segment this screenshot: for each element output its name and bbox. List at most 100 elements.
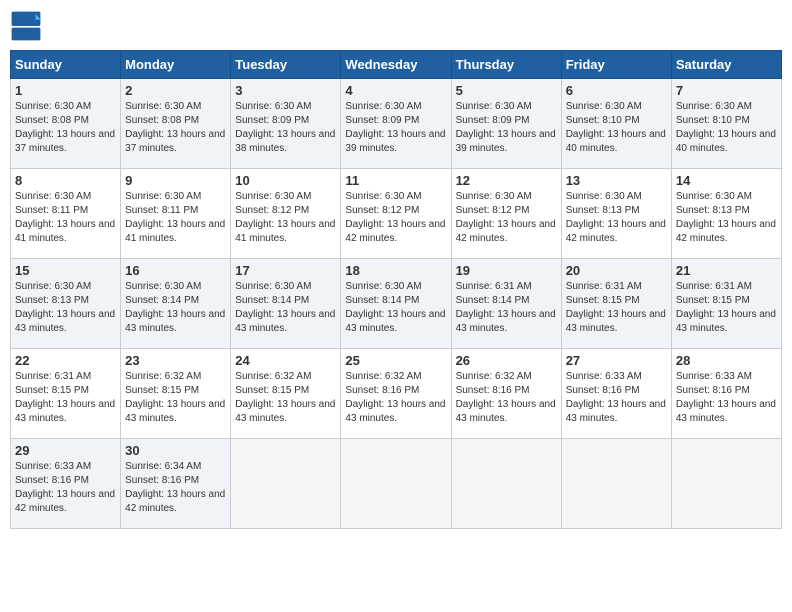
calendar-cell: 17 Sunrise: 6:30 AMSunset: 8:14 PMDayligh… — [231, 259, 341, 349]
calendar-header-sunday: Sunday — [11, 51, 121, 79]
calendar-cell — [231, 439, 341, 529]
logo — [10, 10, 46, 42]
day-info: Sunrise: 6:30 AMSunset: 8:09 PMDaylight:… — [345, 100, 446, 156]
day-number: 11 — [345, 173, 446, 188]
day-info: Sunrise: 6:33 AMSunset: 8:16 PMDaylight:… — [15, 460, 116, 516]
day-info: Sunrise: 6:30 AMSunset: 8:10 PMDaylight:… — [676, 100, 777, 156]
page-header — [10, 10, 782, 42]
day-number: 30 — [125, 443, 226, 458]
day-number: 8 — [15, 173, 116, 188]
calendar-header-row: SundayMondayTuesdayWednesdayThursdayFrid… — [11, 51, 782, 79]
day-number: 4 — [345, 83, 446, 98]
calendar-row-3: 15 Sunrise: 6:30 AMSunset: 8:13 PMDayligh… — [11, 259, 782, 349]
calendar-header-friday: Friday — [561, 51, 671, 79]
day-number: 7 — [676, 83, 777, 98]
day-info: Sunrise: 6:30 AMSunset: 8:14 PMDaylight:… — [125, 280, 226, 336]
day-info: Sunrise: 6:30 AMSunset: 8:13 PMDaylight:… — [15, 280, 116, 336]
calendar-cell: 19 Sunrise: 6:31 AMSunset: 8:14 PMDayligh… — [451, 259, 561, 349]
calendar-cell: 27 Sunrise: 6:33 AMSunset: 8:16 PMDayligh… — [561, 349, 671, 439]
day-info: Sunrise: 6:30 AMSunset: 8:09 PMDaylight:… — [235, 100, 336, 156]
day-info: Sunrise: 6:31 AMSunset: 8:14 PMDaylight:… — [456, 280, 557, 336]
calendar-row-2: 8 Sunrise: 6:30 AMSunset: 8:11 PMDaylight… — [11, 169, 782, 259]
day-info: Sunrise: 6:30 AMSunset: 8:11 PMDaylight:… — [125, 190, 226, 246]
day-info: Sunrise: 6:30 AMSunset: 8:11 PMDaylight:… — [15, 190, 116, 246]
day-info: Sunrise: 6:33 AMSunset: 8:16 PMDaylight:… — [566, 370, 667, 426]
day-number: 28 — [676, 353, 777, 368]
calendar-header-thursday: Thursday — [451, 51, 561, 79]
day-number: 15 — [15, 263, 116, 278]
day-number: 26 — [456, 353, 557, 368]
calendar: SundayMondayTuesdayWednesdayThursdayFrid… — [10, 50, 782, 529]
day-info: Sunrise: 6:32 AMSunset: 8:15 PMDaylight:… — [235, 370, 336, 426]
calendar-cell: 18 Sunrise: 6:30 AMSunset: 8:14 PMDayligh… — [341, 259, 451, 349]
day-number: 6 — [566, 83, 667, 98]
calendar-header-tuesday: Tuesday — [231, 51, 341, 79]
calendar-cell: 25 Sunrise: 6:32 AMSunset: 8:16 PMDayligh… — [341, 349, 451, 439]
day-info: Sunrise: 6:30 AMSunset: 8:14 PMDaylight:… — [345, 280, 446, 336]
calendar-header-monday: Monday — [121, 51, 231, 79]
day-number: 2 — [125, 83, 226, 98]
calendar-cell: 2 Sunrise: 6:30 AMSunset: 8:08 PMDaylight… — [121, 79, 231, 169]
day-number: 1 — [15, 83, 116, 98]
calendar-cell: 11 Sunrise: 6:30 AMSunset: 8:12 PMDayligh… — [341, 169, 451, 259]
calendar-header-wednesday: Wednesday — [341, 51, 451, 79]
day-info: Sunrise: 6:30 AMSunset: 8:09 PMDaylight:… — [456, 100, 557, 156]
day-number: 16 — [125, 263, 226, 278]
calendar-cell: 15 Sunrise: 6:30 AMSunset: 8:13 PMDayligh… — [11, 259, 121, 349]
day-number: 25 — [345, 353, 446, 368]
day-number: 20 — [566, 263, 667, 278]
day-number: 13 — [566, 173, 667, 188]
calendar-cell: 29Sunrise: 6:33 AMSunset: 8:16 PMDayligh… — [11, 439, 121, 529]
logo-icon — [10, 10, 42, 42]
day-info: Sunrise: 6:30 AMSunset: 8:12 PMDaylight:… — [456, 190, 557, 246]
day-number: 24 — [235, 353, 336, 368]
calendar-cell: 3 Sunrise: 6:30 AMSunset: 8:09 PMDaylight… — [231, 79, 341, 169]
day-number: 27 — [566, 353, 667, 368]
day-number: 5 — [456, 83, 557, 98]
day-info: Sunrise: 6:32 AMSunset: 8:15 PMDaylight:… — [125, 370, 226, 426]
calendar-cell — [561, 439, 671, 529]
calendar-cell: 10 Sunrise: 6:30 AMSunset: 8:12 PMDayligh… — [231, 169, 341, 259]
calendar-cell: 16 Sunrise: 6:30 AMSunset: 8:14 PMDayligh… — [121, 259, 231, 349]
calendar-cell: 7 Sunrise: 6:30 AMSunset: 8:10 PMDaylight… — [671, 79, 781, 169]
day-info: Sunrise: 6:32 AMSunset: 8:16 PMDaylight:… — [456, 370, 557, 426]
day-info: Sunrise: 6:30 AMSunset: 8:08 PMDaylight:… — [125, 100, 226, 156]
day-info: Sunrise: 6:32 AMSunset: 8:16 PMDaylight:… — [345, 370, 446, 426]
day-info: Sunrise: 6:33 AMSunset: 8:16 PMDaylight:… — [676, 370, 777, 426]
day-info: Sunrise: 6:31 AMSunset: 8:15 PMDaylight:… — [566, 280, 667, 336]
day-number: 3 — [235, 83, 336, 98]
calendar-cell: 9Sunrise: 6:30 AMSunset: 8:11 PMDaylight… — [121, 169, 231, 259]
calendar-row-1: 1 Sunrise: 6:30 AMSunset: 8:08 PMDaylight… — [11, 79, 782, 169]
calendar-cell: 8 Sunrise: 6:30 AMSunset: 8:11 PMDaylight… — [11, 169, 121, 259]
day-number: 17 — [235, 263, 336, 278]
calendar-row-5: 29Sunrise: 6:33 AMSunset: 8:16 PMDayligh… — [11, 439, 782, 529]
calendar-row-4: 22Sunrise: 6:31 AMSunset: 8:15 PMDayligh… — [11, 349, 782, 439]
calendar-cell — [671, 439, 781, 529]
day-info: Sunrise: 6:30 AMSunset: 8:12 PMDaylight:… — [235, 190, 336, 246]
calendar-cell: 1Sunrise: 6:30 AMSunset: 8:08 PMDaylight… — [11, 79, 121, 169]
day-number: 19 — [456, 263, 557, 278]
calendar-cell: 20 Sunrise: 6:31 AMSunset: 8:15 PMDayligh… — [561, 259, 671, 349]
calendar-cell: 12Sunrise: 6:30 AMSunset: 8:12 PMDayligh… — [451, 169, 561, 259]
calendar-cell: 13 Sunrise: 6:30 AMSunset: 8:13 PMDayligh… — [561, 169, 671, 259]
day-number: 23 — [125, 353, 226, 368]
calendar-cell: 26 Sunrise: 6:32 AMSunset: 8:16 PMDayligh… — [451, 349, 561, 439]
calendar-cell: 14 Sunrise: 6:30 AMSunset: 8:13 PMDayligh… — [671, 169, 781, 259]
day-info: Sunrise: 6:30 AMSunset: 8:12 PMDaylight:… — [345, 190, 446, 246]
day-number: 18 — [345, 263, 446, 278]
calendar-cell: 22Sunrise: 6:31 AMSunset: 8:15 PMDayligh… — [11, 349, 121, 439]
calendar-cell — [341, 439, 451, 529]
calendar-cell: 21Sunrise: 6:31 AMSunset: 8:15 PMDayligh… — [671, 259, 781, 349]
day-info: Sunrise: 6:30 AMSunset: 8:13 PMDaylight:… — [566, 190, 667, 246]
day-number: 10 — [235, 173, 336, 188]
day-number: 21 — [676, 263, 777, 278]
day-info: Sunrise: 6:34 AMSunset: 8:16 PMDaylight:… — [125, 460, 226, 516]
calendar-cell: 4 Sunrise: 6:30 AMSunset: 8:09 PMDaylight… — [341, 79, 451, 169]
day-info: Sunrise: 6:30 AMSunset: 8:14 PMDaylight:… — [235, 280, 336, 336]
calendar-header-saturday: Saturday — [671, 51, 781, 79]
calendar-cell: 30 Sunrise: 6:34 AMSunset: 8:16 PMDayligh… — [121, 439, 231, 529]
day-info: Sunrise: 6:30 AMSunset: 8:13 PMDaylight:… — [676, 190, 777, 246]
day-number: 14 — [676, 173, 777, 188]
calendar-cell: 6Sunrise: 6:30 AMSunset: 8:10 PMDaylight… — [561, 79, 671, 169]
calendar-cell: 28 Sunrise: 6:33 AMSunset: 8:16 PMDayligh… — [671, 349, 781, 439]
